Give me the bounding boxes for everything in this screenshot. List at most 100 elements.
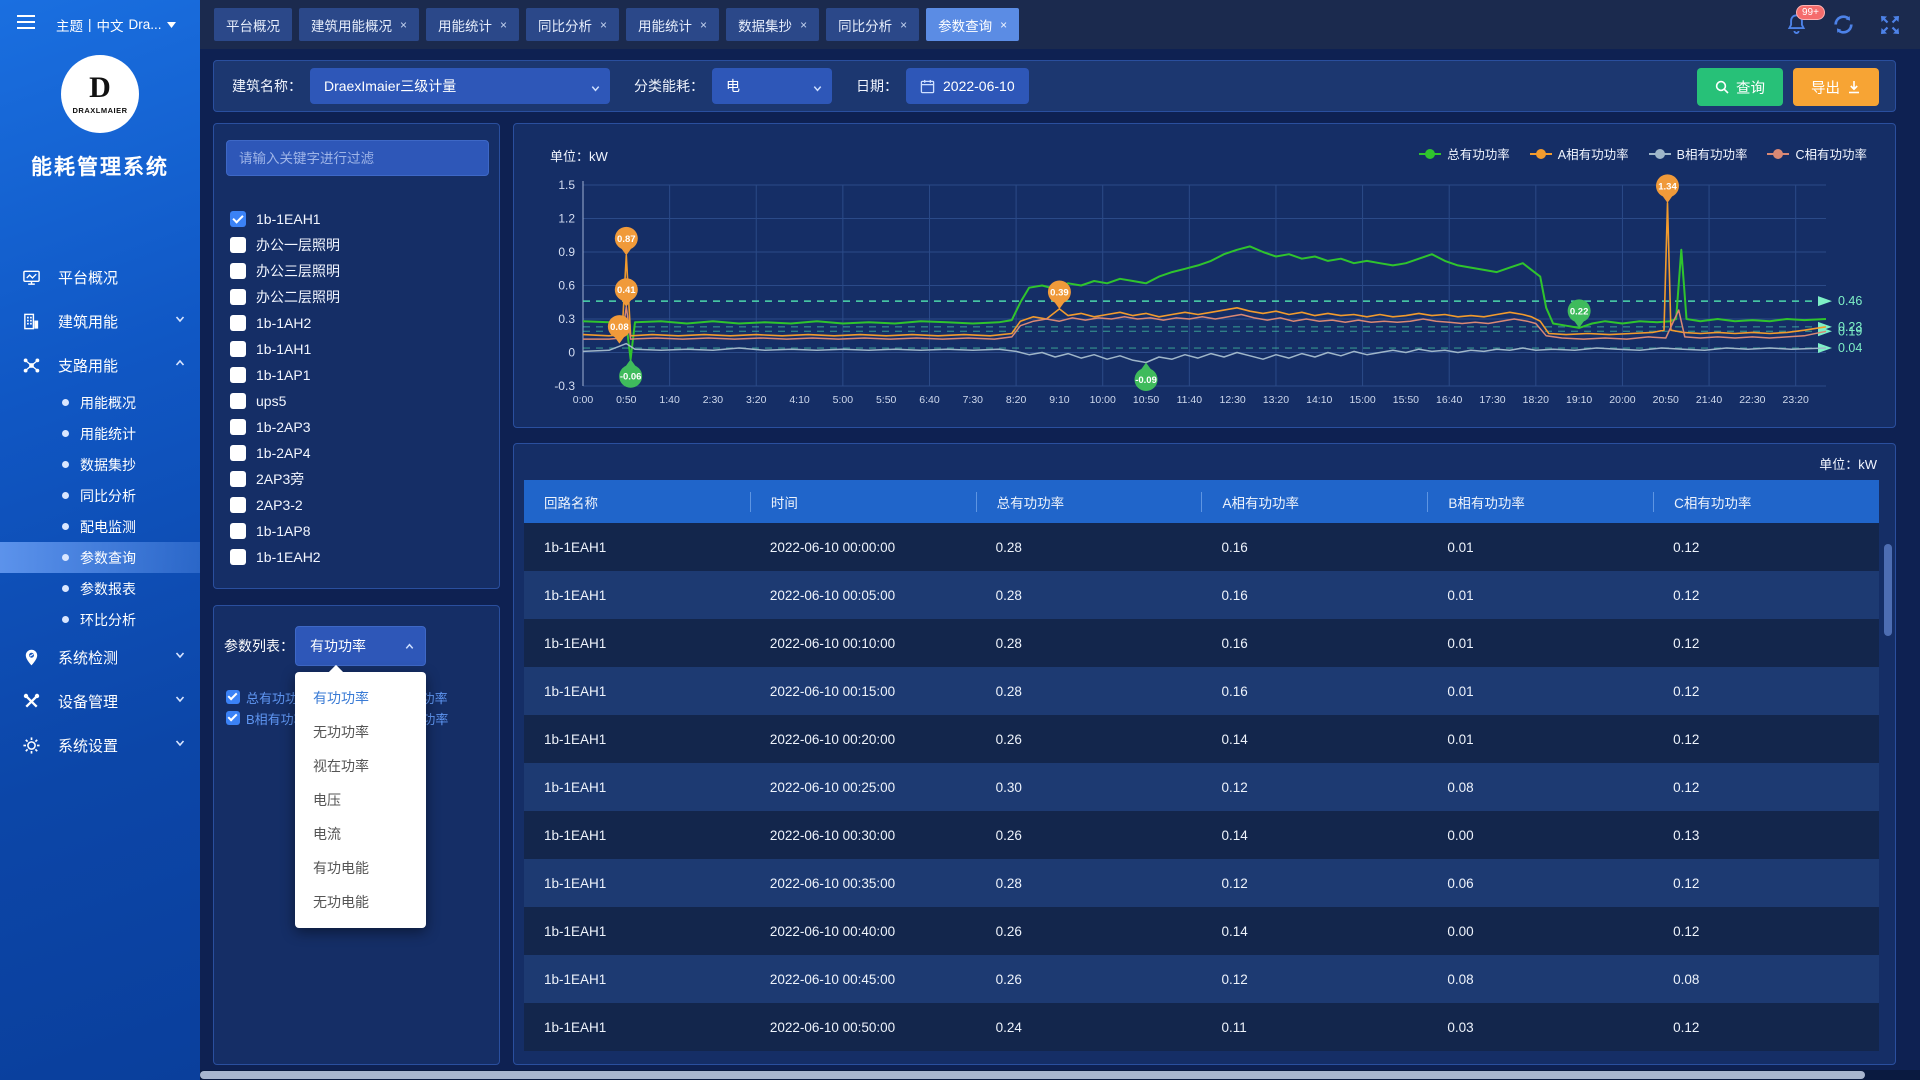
dropdown-option-无功电能[interactable]: 无功电能 <box>295 885 426 919</box>
building-select[interactable]: DraexImaier三级计量 <box>310 68 610 104</box>
checkbox-unchecked[interactable] <box>230 341 246 357</box>
tab-同比分析[interactable]: 同比分析× <box>826 8 919 41</box>
checkbox-unchecked[interactable] <box>230 471 246 487</box>
table-cell: 1b-1EAH1 <box>524 972 750 987</box>
checkbox-unchecked[interactable] <box>230 497 246 513</box>
circuit-item-2AP3旁[interactable]: 2AP3旁 <box>230 466 485 492</box>
table-cell: 0.01 <box>1427 684 1653 699</box>
sidebar: 主题 | 中文 Dra... D DRAXLMAIER 能耗管理系统 平台概况建… <box>0 0 200 1080</box>
dropdown-option-有功功率[interactable]: 有功功率 <box>295 681 426 715</box>
svg-text:15:00: 15:00 <box>1349 394 1375 406</box>
checkbox-checked[interactable] <box>226 711 240 725</box>
circuit-item-1b-1EAH2[interactable]: 1b-1EAH2 <box>230 544 485 570</box>
circuit-item-2AP3-2[interactable]: 2AP3-2 <box>230 492 485 518</box>
tab-close-icon[interactable]: × <box>800 18 807 32</box>
circuit-item-1b-2AP3[interactable]: 1b-2AP3 <box>230 414 485 440</box>
table-cell: 2022-06-10 00:25:00 <box>750 780 976 795</box>
table-cell: 0.01 <box>1427 636 1653 651</box>
fullscreen-icon[interactable] <box>1878 13 1902 37</box>
circuit-item-办公一层照明[interactable]: 办公一层照明 <box>230 232 485 258</box>
checkbox-unchecked[interactable] <box>230 419 246 435</box>
sidebar-item-支路用能[interactable]: 支路用能 <box>0 343 200 387</box>
hamburger-menu-icon[interactable] <box>16 14 36 35</box>
tab-建筑用能概况[interactable]: 建筑用能概况× <box>299 8 419 41</box>
sidebar-item-平台概况[interactable]: 平台概况 <box>0 255 200 299</box>
circuit-item-ups5[interactable]: ups5 <box>230 388 485 414</box>
tab-close-icon[interactable]: × <box>500 18 507 32</box>
parameter-select[interactable]: 有功功率 <box>295 626 426 666</box>
query-button[interactable]: 查询 <box>1697 68 1783 106</box>
table-cell: 0.00 <box>1427 924 1653 939</box>
tab-参数查询[interactable]: 参数查询 × <box>926 8 1019 41</box>
checkbox-unchecked[interactable] <box>230 237 246 253</box>
language-switch[interactable]: 中文 <box>97 15 124 35</box>
theme-switch[interactable]: 主题 <box>56 15 83 35</box>
circuit-item-1b-1AP1[interactable]: 1b-1AP1 <box>230 362 485 388</box>
sidebar-subitem-数据集抄[interactable]: 数据集抄 <box>0 449 200 480</box>
tab-close-icon[interactable]: × <box>900 18 907 32</box>
tab-平台概况[interactable]: 平台概况 <box>214 8 292 41</box>
checkbox-checked[interactable] <box>226 690 240 704</box>
dropdown-option-电压[interactable]: 电压 <box>295 783 426 817</box>
circuit-item-1b-2AP4[interactable]: 1b-2AP4 <box>230 440 485 466</box>
sidebar-subitem-环比分析[interactable]: 环比分析 <box>0 604 200 635</box>
circuit-item-办公二层照明[interactable]: 办公二层照明 <box>230 284 485 310</box>
table-cell: 1b-1EAH1 <box>524 732 750 747</box>
circuit-item-1b-1AH1[interactable]: 1b-1AH1 <box>230 336 485 362</box>
user-menu[interactable]: Dra... <box>129 17 162 32</box>
sidebar-item-系统检测[interactable]: 系统检测 <box>0 635 200 679</box>
svg-text:18:20: 18:20 <box>1523 394 1549 406</box>
sidebar-subitem-用能概况[interactable]: 用能概况 <box>0 387 200 418</box>
chevron-up-icon <box>174 356 186 374</box>
sidebar-subitem-参数查询[interactable]: 参数查询 <box>0 542 200 573</box>
dropdown-option-视在功率[interactable]: 视在功率 <box>295 749 426 783</box>
horizontal-scrollbar[interactable] <box>200 1070 1920 1080</box>
checkbox-unchecked[interactable] <box>230 393 246 409</box>
table-cell: 0.28 <box>976 588 1202 603</box>
notification-bell-icon[interactable]: 99+ <box>1784 12 1809 37</box>
circuit-item-办公三层照明[interactable]: 办公三层照明 <box>230 258 485 284</box>
vertical-scrollbar[interactable] <box>1884 544 1892 636</box>
tab-用能统计[interactable]: 用能统计× <box>426 8 519 41</box>
tab-close-icon[interactable]: × <box>1000 18 1007 32</box>
tab-close-icon[interactable]: × <box>600 18 607 32</box>
checkbox-unchecked[interactable] <box>230 315 246 331</box>
dropdown-option-电流[interactable]: 电流 <box>295 817 426 851</box>
sidebar-subitem-label: 环比分析 <box>80 610 136 630</box>
sidebar-item-设备管理[interactable]: 设备管理 <box>0 679 200 723</box>
dropdown-option-无功功率[interactable]: 无功功率 <box>295 715 426 749</box>
sidebar-item-建筑用能[interactable]: 建筑用能 <box>0 299 200 343</box>
circuit-item-1b-1EAH1[interactable]: 1b-1EAH1 <box>230 206 485 232</box>
export-button[interactable]: 导出 <box>1793 68 1879 106</box>
checkbox-unchecked[interactable] <box>230 549 246 565</box>
refresh-icon[interactable] <box>1831 12 1856 37</box>
date-picker[interactable]: 2022-06-10 <box>906 68 1029 104</box>
svg-text:10:50: 10:50 <box>1133 394 1159 406</box>
checkbox-unchecked[interactable] <box>230 289 246 305</box>
circuit-checkbox-list: 1b-1EAH1办公一层照明办公三层照明办公二层照明1b-1AH21b-1AH1… <box>230 206 485 570</box>
tab-label: 参数查询 <box>938 15 992 35</box>
sidebar-subitem-用能统计[interactable]: 用能统计 <box>0 418 200 449</box>
keyword-filter-input[interactable] <box>226 140 489 176</box>
sidebar-item-系统设置[interactable]: 系统设置 <box>0 723 200 767</box>
table-cell: 0.01 <box>1427 732 1653 747</box>
caret-down-icon[interactable] <box>167 22 176 28</box>
tab-close-icon[interactable]: × <box>700 18 707 32</box>
tab-用能统计[interactable]: 用能统计× <box>626 8 719 41</box>
checkbox-unchecked[interactable] <box>230 523 246 539</box>
sidebar-item-label: 设备管理 <box>58 691 118 712</box>
circuit-item-1b-1AP8[interactable]: 1b-1AP8 <box>230 518 485 544</box>
tab-数据集抄[interactable]: 数据集抄× <box>726 8 819 41</box>
circuit-item-1b-1AH2[interactable]: 1b-1AH2 <box>230 310 485 336</box>
sidebar-subitem-参数报表[interactable]: 参数报表 <box>0 573 200 604</box>
checkbox-unchecked[interactable] <box>230 367 246 383</box>
checkbox-unchecked[interactable] <box>230 263 246 279</box>
energy-type-select[interactable]: 电 <box>712 68 832 104</box>
checkbox-unchecked[interactable] <box>230 445 246 461</box>
checkbox-checked[interactable] <box>230 211 246 227</box>
tab-同比分析[interactable]: 同比分析× <box>526 8 619 41</box>
tab-close-icon[interactable]: × <box>400 18 407 32</box>
sidebar-subitem-配电监测[interactable]: 配电监测 <box>0 511 200 542</box>
sidebar-subitem-同比分析[interactable]: 同比分析 <box>0 480 200 511</box>
dropdown-option-有功电能[interactable]: 有功电能 <box>295 851 426 885</box>
